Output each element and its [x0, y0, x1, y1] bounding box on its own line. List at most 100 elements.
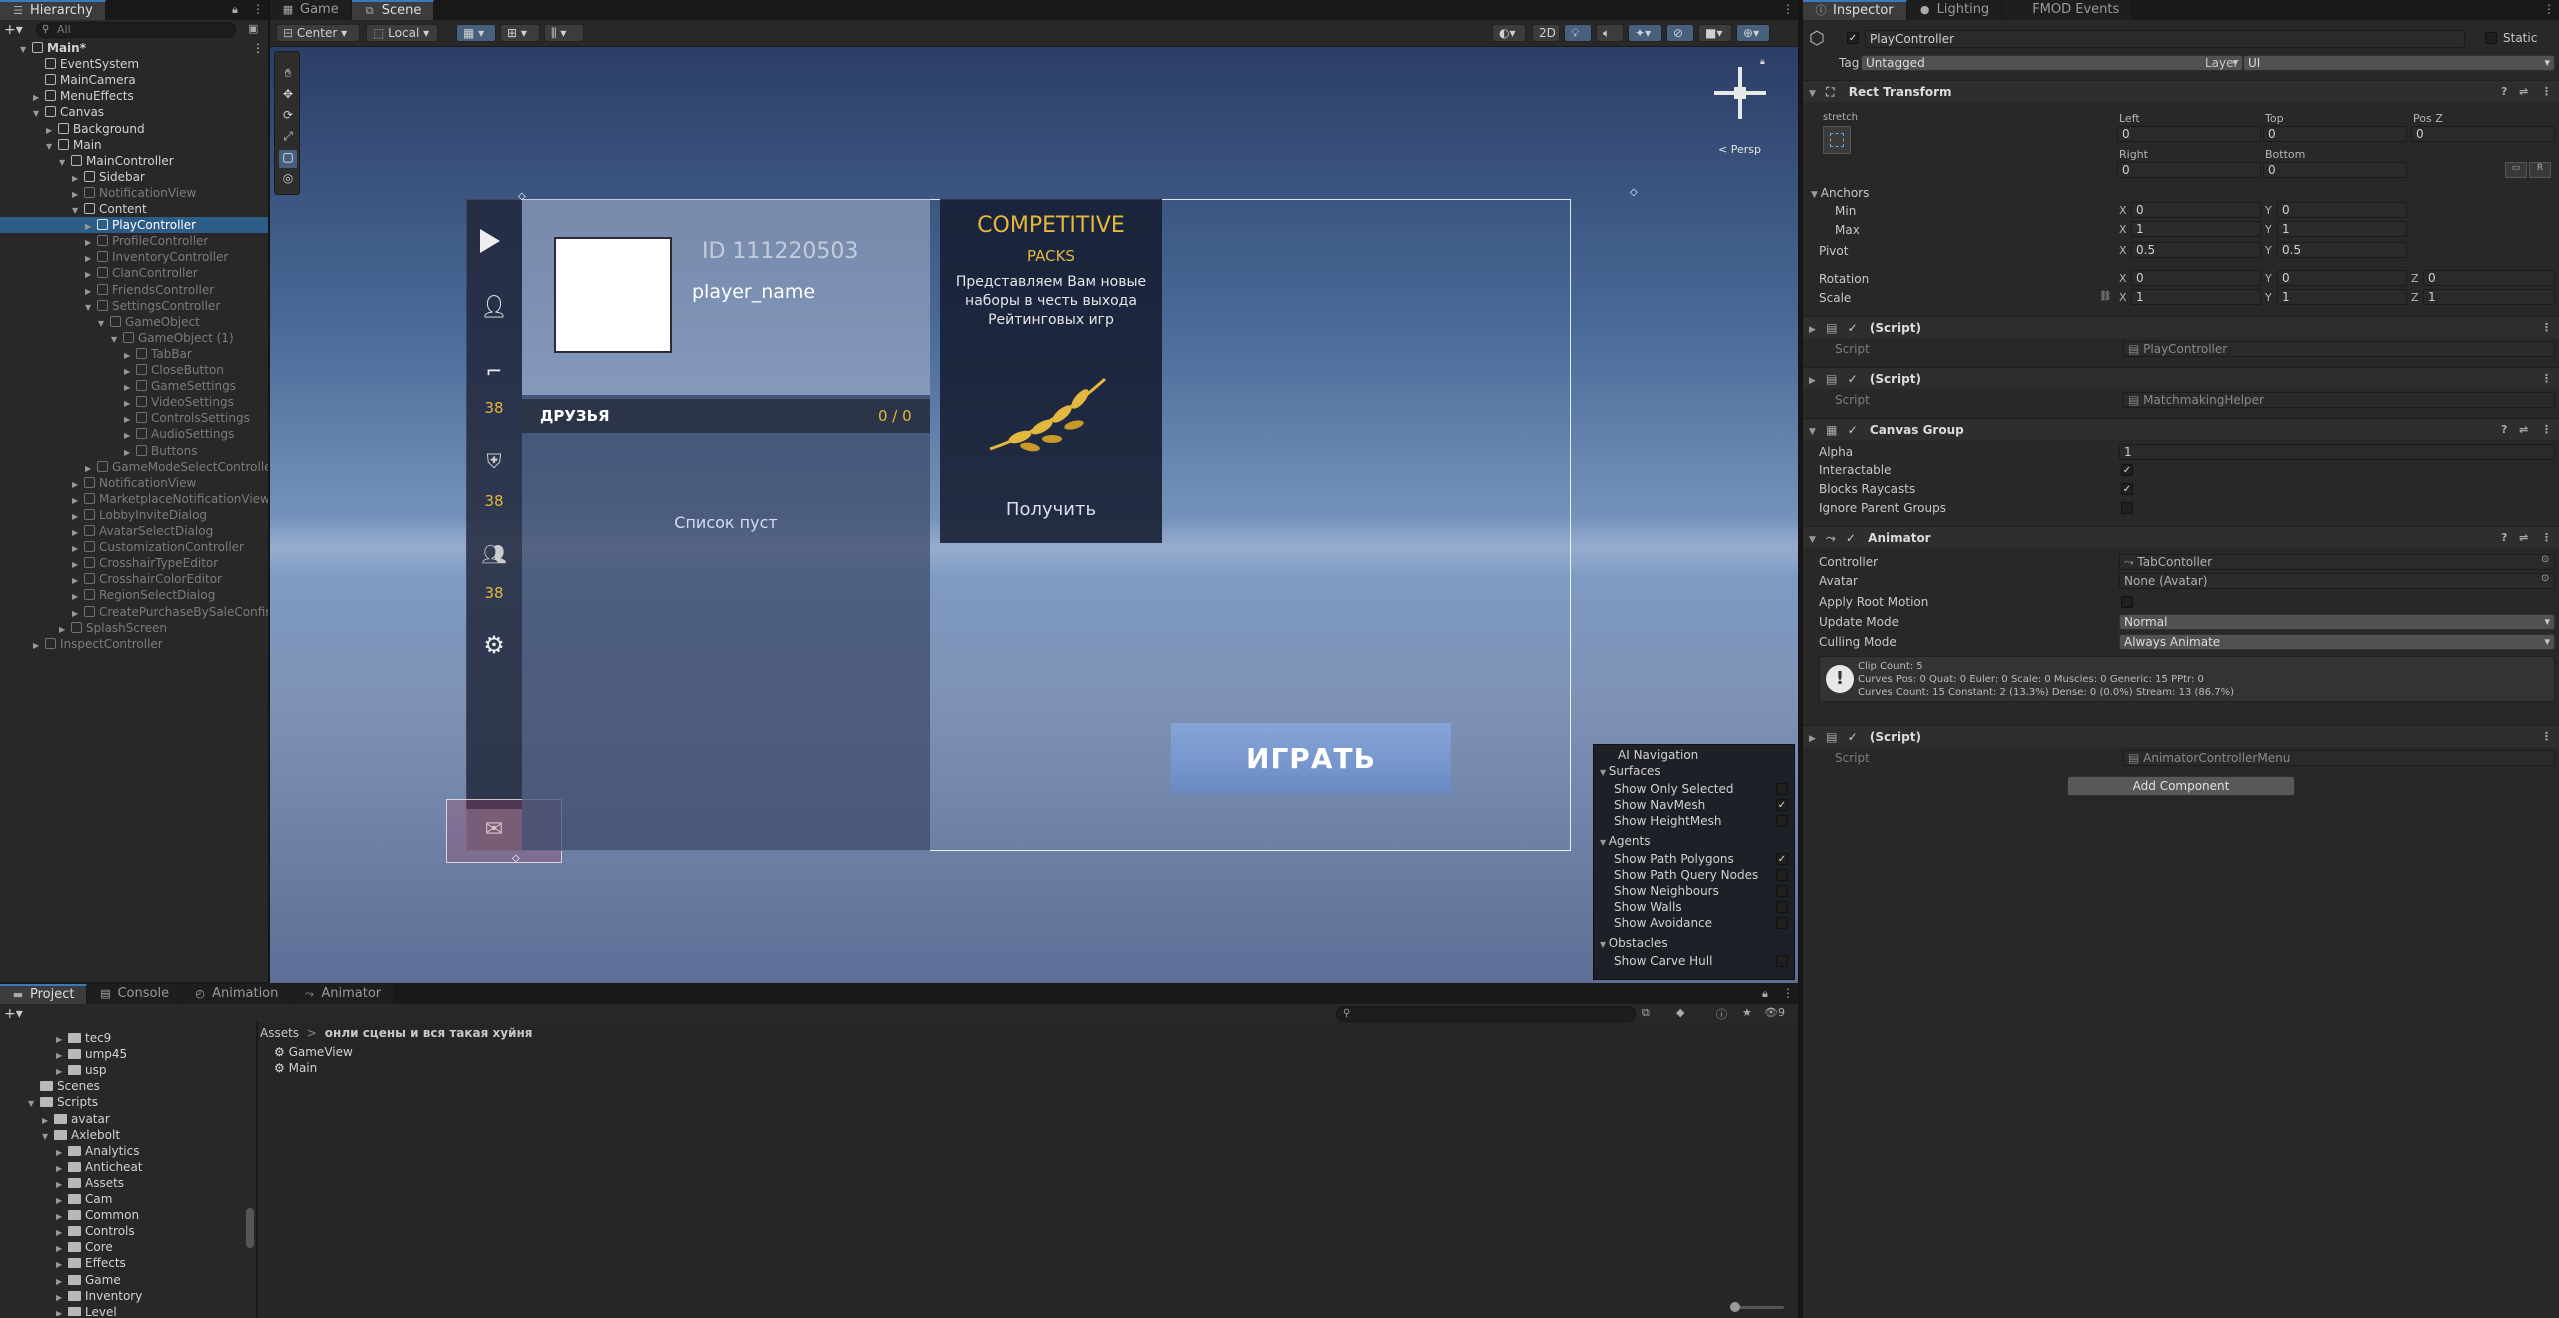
hierarchy-item[interactable]: ▶ ProfileController	[0, 233, 268, 249]
hierarchy-item[interactable]: ▶ InventoryController	[0, 249, 268, 265]
space-dropdown[interactable]: ⬚ Local ▾	[366, 24, 438, 42]
project-folder-item[interactable]: ▶ usp	[56, 1062, 106, 1078]
hierarchy-item[interactable]: ▶ CustomizationController	[0, 539, 268, 555]
hierarchy-item[interactable]: ▶ NotificationView	[0, 475, 268, 491]
project-folder-item[interactable]: Scenes	[28, 1078, 100, 1094]
hierarchy-item[interactable]: ▶ AudioSettings	[0, 426, 268, 442]
avatar[interactable]	[554, 237, 672, 353]
hierarchy-item[interactable]: ▼ GameObject	[0, 314, 268, 330]
audio-toggle[interactable]: 🔈︎	[1596, 24, 1624, 42]
mode-2d-button[interactable]: 2D	[1532, 24, 1560, 42]
hierarchy-item[interactable]: ▶ Sidebar	[0, 169, 268, 185]
tab-scene[interactable]: ⧉ Scene	[351, 0, 435, 20]
hierarchy-item[interactable]: ▶ AvatarSelectDialog	[0, 523, 268, 539]
hierarchy-item[interactable]: ▶ PlayController	[0, 217, 268, 234]
hierarchy-item[interactable]: ▶ SplashScreen	[0, 620, 268, 636]
ai-nav-checkbox[interactable]	[1776, 869, 1788, 881]
hierarchy-item[interactable]: ▶ Buttons	[0, 443, 268, 459]
add-component-button[interactable]: Add Component	[2067, 776, 2295, 796]
ignore-parent-checkbox[interactable]	[2121, 502, 2133, 514]
culling-mode-dropdown[interactable]: Always Animate	[2119, 634, 2555, 650]
layer-dropdown[interactable]: UI	[2243, 55, 2555, 71]
hierarchy-item[interactable]: ▶ CreatePurchaseBySaleConfirm	[0, 604, 282, 620]
more-icon[interactable]: ⋮	[2541, 81, 2552, 103]
scale-z-field[interactable]: 1	[2423, 289, 2555, 305]
hierarchy-item[interactable]: ▼ MainController	[0, 153, 268, 169]
persp-label[interactable]: < Persp	[1718, 143, 1761, 156]
scale-y-field[interactable]: 1	[2277, 289, 2407, 305]
hierarchy-item[interactable]: ▶ TabBar	[0, 346, 268, 362]
hierarchy-item[interactable]: ▶ CrosshairTypeEditor	[0, 555, 268, 571]
more-icon[interactable]: ⋮	[2541, 726, 2552, 748]
ai-nav-checkbox[interactable]	[1776, 955, 1788, 967]
promo-panel[interactable]: COMPETITIVE PACKS Представляем Вам новые…	[940, 199, 1162, 543]
more-icon[interactable]: ⋮	[1782, 986, 1794, 1000]
project-folder-item[interactable]: ▶ Game	[56, 1272, 121, 1288]
tab-inspector[interactable]: ⓘ Inspector	[1803, 0, 1907, 20]
tag-dropdown[interactable]: Untagged	[1861, 55, 2243, 71]
project-folder-item[interactable]: ▶ Effects	[56, 1255, 126, 1271]
ai-nav-option[interactable]: Show Only Selected	[1594, 781, 1794, 797]
project-folder-item[interactable]: ▶ Analytics	[56, 1143, 140, 1159]
pivot-dropdown[interactable]: ⊟ Center ▾	[276, 24, 360, 42]
project-folder-item[interactable]: ▶ Controls	[56, 1223, 135, 1239]
more-icon[interactable]: ⋮	[252, 40, 264, 56]
canvas-group-header[interactable]: ▼ ▦ ✓ Canvas Group ? ⇌ ⋮	[1803, 418, 2559, 440]
more-icon[interactable]: ⋮	[2541, 317, 2552, 339]
icon-size-slider[interactable]	[1730, 1302, 1784, 1312]
friends-tab-icon[interactable]: 👥︎	[480, 542, 508, 570]
active-checkbox[interactable]: ✓	[1847, 32, 1859, 44]
rot-z-field[interactable]: 0	[2423, 270, 2555, 286]
snap-increment-button[interactable]: ⊞ ▾	[500, 24, 540, 42]
rotate-tool-icon[interactable]: ⟳	[279, 108, 297, 126]
shading-mode-button[interactable]: ◐▾	[1492, 24, 1526, 42]
hierarchy-item[interactable]: ▶ NotificationView	[0, 185, 268, 201]
hierarchy-item[interactable]: ▼ SettingsController	[0, 298, 268, 314]
hierarchy-item[interactable]: ▼ Canvas	[0, 104, 268, 120]
hierarchy-item[interactable]: ▶ RegionSelectDialog	[0, 587, 268, 603]
canvas-group-checkbox[interactable]: ✓	[1848, 423, 1858, 437]
camera-settings-button[interactable]: ■▾	[1698, 24, 1732, 42]
ai-nav-option[interactable]: Show Carve Hull	[1594, 953, 1794, 969]
rot-x-field[interactable]: 0	[2131, 270, 2261, 286]
hierarchy-item[interactable]: ▶ FriendsController	[0, 282, 268, 298]
script-checkbox[interactable]: ✓	[1848, 372, 1858, 386]
hierarchy-item[interactable]: ▼ GameObject (1)	[0, 330, 268, 346]
grid-snap-button[interactable]: ▦ ▾	[456, 24, 496, 42]
preset-icon[interactable]: ⇌	[2519, 419, 2528, 441]
more-icon[interactable]: ⋮	[1782, 2, 1794, 16]
hierarchy-item[interactable]: ▶ GameSettings	[0, 378, 268, 394]
tab-project[interactable]: ▬ Project	[0, 984, 88, 1004]
tab-animation[interactable]: ◴ Animation	[182, 984, 292, 1004]
script1-header[interactable]: ▶ ▤ ✓ (Script) ⋮	[1803, 316, 2559, 338]
project-folder-item[interactable]: ▶ Inventory	[56, 1288, 142, 1304]
help-icon[interactable]: ?	[2501, 81, 2507, 103]
project-folder-item[interactable]: ▶ Level	[56, 1304, 117, 1316]
avatar-field[interactable]: None (Avatar)	[2119, 573, 2555, 589]
more-icon[interactable]: ⋮	[2541, 527, 2552, 549]
hierarchy-item[interactable]: ▼ Content	[0, 201, 268, 217]
script3-header[interactable]: ▶ ▤ ✓ (Script) ⋮	[1803, 725, 2559, 747]
alpha-field[interactable]: 1	[2119, 444, 2555, 460]
info-toggle-icon[interactable]: ⓘ	[1716, 1006, 1727, 1022]
object-name-field[interactable]: PlayController	[1865, 30, 2465, 48]
max-x-field[interactable]: 1	[2131, 221, 2261, 237]
animator-header[interactable]: ▼ ⤳ ✓ Animator ? ⇌ ⋮	[1803, 526, 2559, 548]
lighting-toggle[interactable]: 💡︎	[1564, 24, 1592, 42]
expand-arrow-icon[interactable]: ▼	[42, 1129, 52, 1145]
hierarchy-item[interactable]: ▶ VideoSettings	[0, 394, 268, 410]
script2-field[interactable]: ▤ MatchmakingHelper	[2123, 392, 2555, 408]
hierarchy-item[interactable]: ▶ ClanController	[0, 265, 268, 281]
animator-checkbox[interactable]: ✓	[1846, 531, 1856, 545]
breadcrumb-root[interactable]: Assets	[260, 1026, 299, 1040]
play-tab-icon[interactable]	[480, 229, 500, 253]
scene-view[interactable]: ✋︎ ✥ ⟳ ⤢ ▢ ◎ 🔒︎ < Persp 👤︎ ⌐ 38 ⛨ 38 👥︎ …	[270, 47, 1798, 983]
profile-card[interactable]: ID 111220503 player_name	[522, 199, 930, 395]
file-item[interactable]: ⚙︎ GameView	[274, 1044, 353, 1060]
ai-nav-checkbox[interactable]	[1776, 815, 1788, 827]
search-by-label-icon[interactable]: ◆	[1676, 1006, 1684, 1019]
scale-tool-icon[interactable]: ⤢	[279, 129, 297, 147]
blocks-raycasts-checkbox[interactable]: ✓	[2121, 483, 2133, 495]
project-folder-item[interactable]: ▶ tec9	[56, 1030, 111, 1046]
ai-nav-option[interactable]: Show Path Query Nodes	[1594, 867, 1794, 883]
